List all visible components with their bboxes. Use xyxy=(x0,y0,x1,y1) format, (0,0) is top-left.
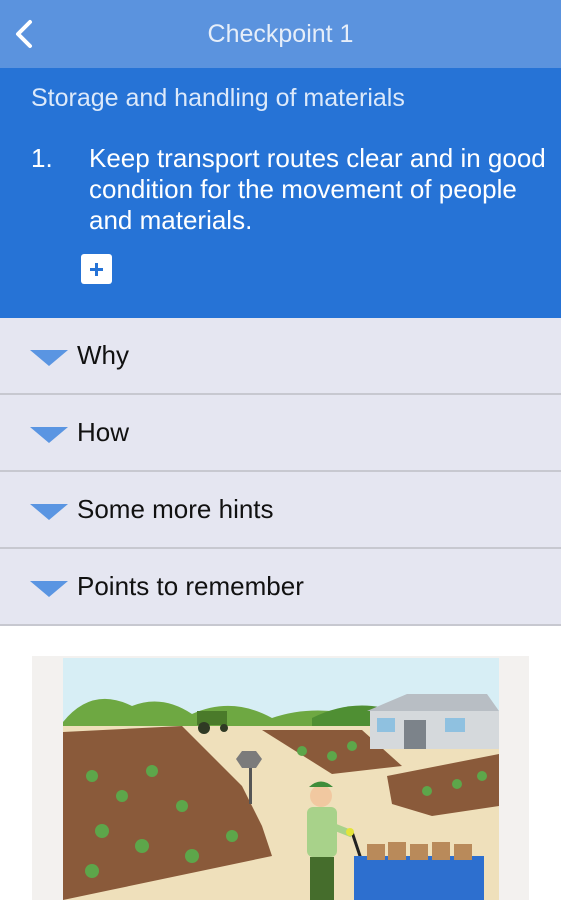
page-title: Checkpoint 1 xyxy=(207,20,354,48)
item-number: 1. xyxy=(31,143,53,173)
accordion-label: Points to remember xyxy=(77,571,304,601)
expand-arrow-icon xyxy=(30,504,68,520)
expand-arrow-icon xyxy=(30,581,68,597)
accordion-label: Why xyxy=(77,340,129,370)
accordion-how[interactable]: How xyxy=(0,395,561,472)
item-text: Keep transport routes clear and in good … xyxy=(89,143,546,235)
accordion-why[interactable]: Why xyxy=(0,318,561,395)
checkpoint-banner: Storage and handling of materials 1. Kee… xyxy=(0,68,561,318)
expand-arrow-icon xyxy=(30,350,68,366)
expand-arrow-icon xyxy=(30,427,68,443)
illustration-frame xyxy=(32,656,529,900)
top-app-bar: Checkpoint 1 xyxy=(0,0,561,68)
accordion-label: How xyxy=(77,417,130,447)
accordion-some-more-hints[interactable]: Some more hints xyxy=(0,472,561,549)
plus-icon[interactable] xyxy=(81,254,112,284)
accordion-label: Some more hints xyxy=(77,494,274,524)
accordion-points-to-remember[interactable]: Points to remember xyxy=(0,549,561,626)
section-title: Storage and handling of materials xyxy=(31,84,405,112)
farm-transport-illustration xyxy=(63,658,499,900)
